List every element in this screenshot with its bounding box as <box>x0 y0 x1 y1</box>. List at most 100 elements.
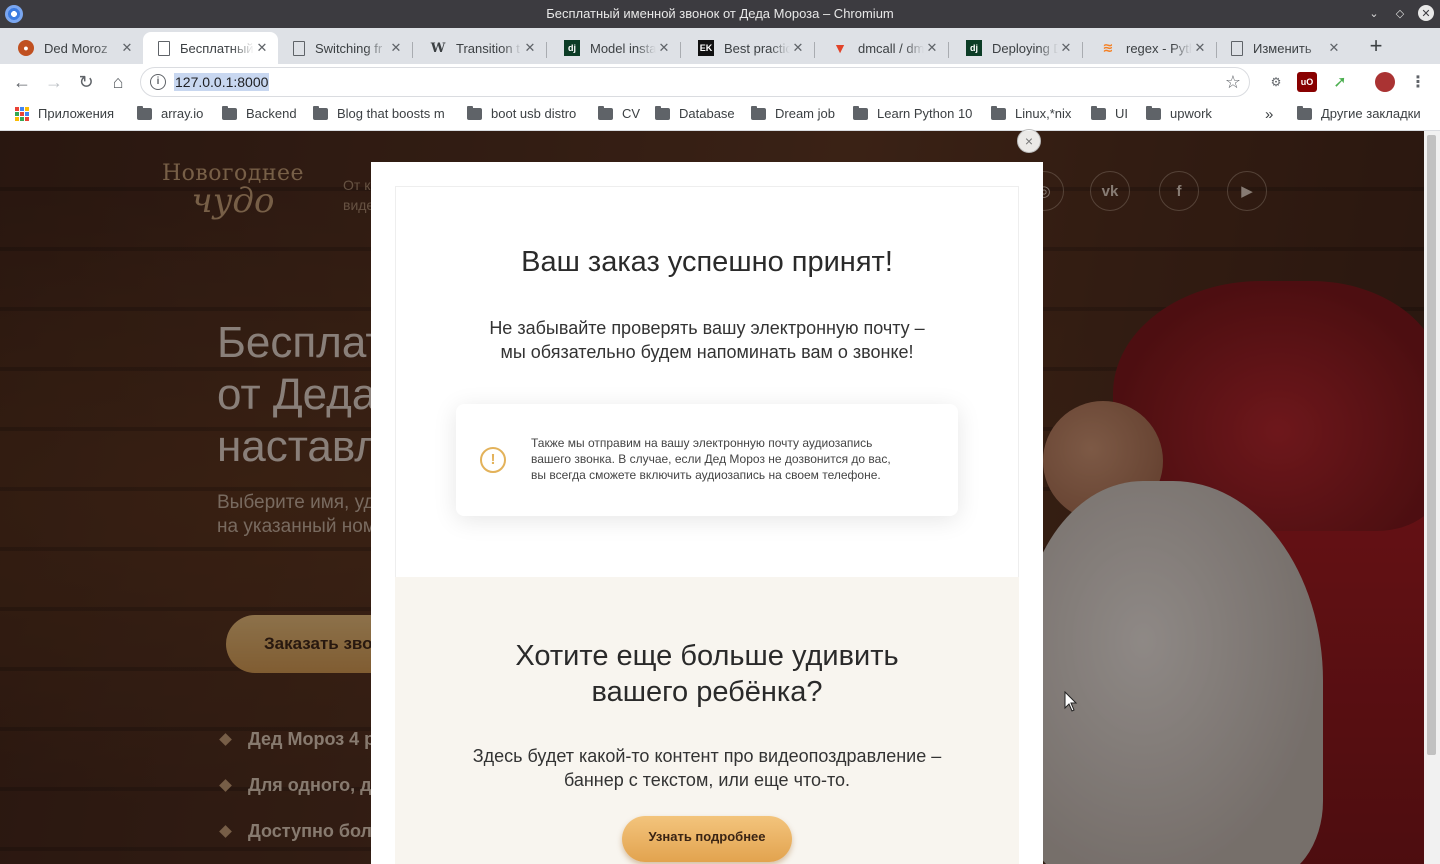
tab-strip: ● Ded Moroz ✕ Бесплатный ✕ Switching fr … <box>0 28 1440 64</box>
close-tab-icon[interactable]: ✕ <box>1058 40 1074 56</box>
modal-title: Ваш заказ успешно принят! <box>521 246 893 278</box>
bookmark-label: upwork <box>1170 106 1212 121</box>
page-icon <box>293 40 305 56</box>
tab-label: Бесплатный <box>180 40 254 56</box>
profile-avatar[interactable] <box>1375 72 1395 92</box>
site-info-icon[interactable]: i <box>150 74 166 90</box>
bookmark-label: Blog that boosts m <box>337 106 445 121</box>
page-icon <box>158 40 170 56</box>
forward-button[interactable]: → <box>42 70 66 94</box>
close-tab-icon[interactable]: ✕ <box>656 40 672 56</box>
other-bookmarks[interactable]: Другие закладки <box>1297 105 1421 121</box>
home-button[interactable]: ⌂ <box>106 70 130 94</box>
ded-moroz-icon: ● <box>18 40 34 56</box>
bookmark-folder[interactable]: array.io <box>137 105 203 121</box>
audio-note-text: Также мы отправим на вашу электронную по… <box>531 435 931 483</box>
bookmark-apps[interactable]: Приложения <box>15 106 114 121</box>
promo-text-line: Здесь будет какой-то контент про видеопо… <box>472 746 942 766</box>
window-title: Бесплатный именной звонок от Деда Мороза… <box>546 6 894 21</box>
tab-switching[interactable]: Switching fr ✕ <box>278 32 412 64</box>
close-tab-icon[interactable]: ✕ <box>924 40 940 56</box>
url-text[interactable]: 127.0.0.1:8000 <box>174 73 270 91</box>
tab-deploying[interactable]: dj Deploying D ✕ <box>948 32 1082 64</box>
ublock-icon[interactable]: uO <box>1297 72 1317 92</box>
tab-best-practices[interactable]: EK Best practic ✕ <box>680 32 814 64</box>
bookmark-folder[interactable]: boot usb distro <box>467 105 577 121</box>
bookmark-label: Другие закладки <box>1321 106 1421 121</box>
bookmark-folder[interactable]: Blog that boosts m <box>313 106 449 121</box>
bookmark-folder[interactable]: CV <box>598 105 641 121</box>
wikipedia-icon: W <box>430 40 446 56</box>
bookmark-folder[interactable]: Dream job <box>751 105 835 121</box>
bookmark-folder[interactable]: upwork <box>1146 105 1212 121</box>
minimize-icon[interactable]: ⌄ <box>1366 5 1382 21</box>
tab-model-instance[interactable]: dj Model insta ✕ <box>546 32 680 64</box>
bookmark-folder[interactable]: Linux,*nix <box>991 105 1072 121</box>
close-tab-icon[interactable]: ✕ <box>1192 40 1208 56</box>
tab-transition[interactable]: W Transition t ✕ <box>412 32 546 64</box>
menu-icon[interactable]: ⋮ <box>1408 72 1428 92</box>
learn-more-button[interactable]: Узнать подробнее <box>622 816 792 862</box>
folder-icon <box>1091 105 1106 120</box>
note-line: вашего звонка. В случае, если Дед Мороз … <box>531 452 891 466</box>
apps-icon <box>15 106 29 121</box>
folder-icon <box>655 105 670 120</box>
folder-icon <box>751 105 766 120</box>
address-bar[interactable]: i 127.0.0.1:8000 ☆ <box>140 67 1250 97</box>
bookmark-label: Backend <box>246 106 297 121</box>
tab-label: Switching fr <box>315 40 383 56</box>
close-tab-icon[interactable]: ✕ <box>1326 40 1342 56</box>
reload-button[interactable]: ↻ <box>74 70 98 94</box>
bookmark-label: Linux,*nix <box>1015 106 1072 121</box>
modal-close-button[interactable]: × <box>1017 129 1041 153</box>
bookmark-folder[interactable]: Database <box>655 105 735 121</box>
promo-text: Здесь будет какой-то контент про видеопо… <box>371 744 1043 792</box>
close-tab-icon[interactable]: ✕ <box>254 40 270 56</box>
bookmarks-overflow-button[interactable]: » <box>1265 106 1273 123</box>
tab-label: Best practic <box>724 40 790 56</box>
folder-icon <box>991 105 1006 120</box>
tab-ded-moroz[interactable]: ● Ded Moroz ✕ <box>0 32 143 64</box>
folder-icon <box>313 106 328 120</box>
folder-icon <box>598 105 613 120</box>
extension-off-icon[interactable]: ⚙ <box>1266 72 1286 92</box>
folder-icon <box>853 105 868 120</box>
bookmark-label: CV <box>622 106 641 121</box>
tab-active[interactable]: Бесплатный ✕ <box>143 32 278 64</box>
folder-icon <box>1297 105 1312 120</box>
bookmarks-bar: Приложения array.io Backend Blog that bo… <box>0 100 1440 131</box>
note-line: Также мы отправим на вашу электронную по… <box>531 436 873 450</box>
close-tab-icon[interactable]: ✕ <box>522 40 538 56</box>
tab-gitlab[interactable]: ▼ dmcall / dm ✕ <box>814 32 948 64</box>
folder-icon <box>1146 105 1161 120</box>
bookmark-folder[interactable]: Backend <box>222 105 297 121</box>
tab-izmenit[interactable]: Изменить ✕ <box>1216 32 1350 64</box>
page-scrollbar[interactable] <box>1424 131 1440 864</box>
bookmark-star-icon[interactable]: ☆ <box>1225 72 1241 93</box>
scrollbar-thumb[interactable] <box>1427 135 1436 755</box>
tab-regex[interactable]: ≋ regex - Pyth ✕ <box>1082 32 1216 64</box>
bookmark-folder[interactable]: Learn Python 10 <box>853 105 973 121</box>
close-window-icon[interactable]: ✕ <box>1418 5 1434 21</box>
tab-label: Model insta <box>590 40 656 56</box>
maximize-icon[interactable]: ◇ <box>1392 5 1408 21</box>
page-icon <box>1231 40 1243 56</box>
note-line: вы всегда сможете включить аудиозапись н… <box>531 468 881 482</box>
bookmark-label: Learn Python 10 <box>877 106 973 121</box>
back-button[interactable]: ← <box>10 70 34 94</box>
modal-text: Не забывайте проверять вашу электронную … <box>371 316 1043 364</box>
close-tab-icon[interactable]: ✕ <box>790 40 806 56</box>
new-tab-button[interactable]: + <box>1364 34 1388 58</box>
tab-label: dmcall / dm <box>858 40 924 56</box>
extension-arrow-icon[interactable]: ➚ <box>1330 72 1350 92</box>
bookmark-label: UI <box>1115 106 1128 121</box>
folder-icon <box>222 105 237 120</box>
audio-note-card: ! Также мы отправим на вашу электронную … <box>456 404 958 516</box>
bookmark-label: Приложения <box>38 106 115 121</box>
django-icon: dj <box>966 40 982 56</box>
order-success-modal: Ваш заказ успешно принят! Не забывайте п… <box>371 162 1043 864</box>
close-tab-icon[interactable]: ✕ <box>388 40 404 56</box>
bookmark-folder[interactable]: UI <box>1091 105 1128 121</box>
close-tab-icon[interactable]: ✕ <box>119 40 135 56</box>
bookmark-label: boot usb distro <box>491 106 577 121</box>
